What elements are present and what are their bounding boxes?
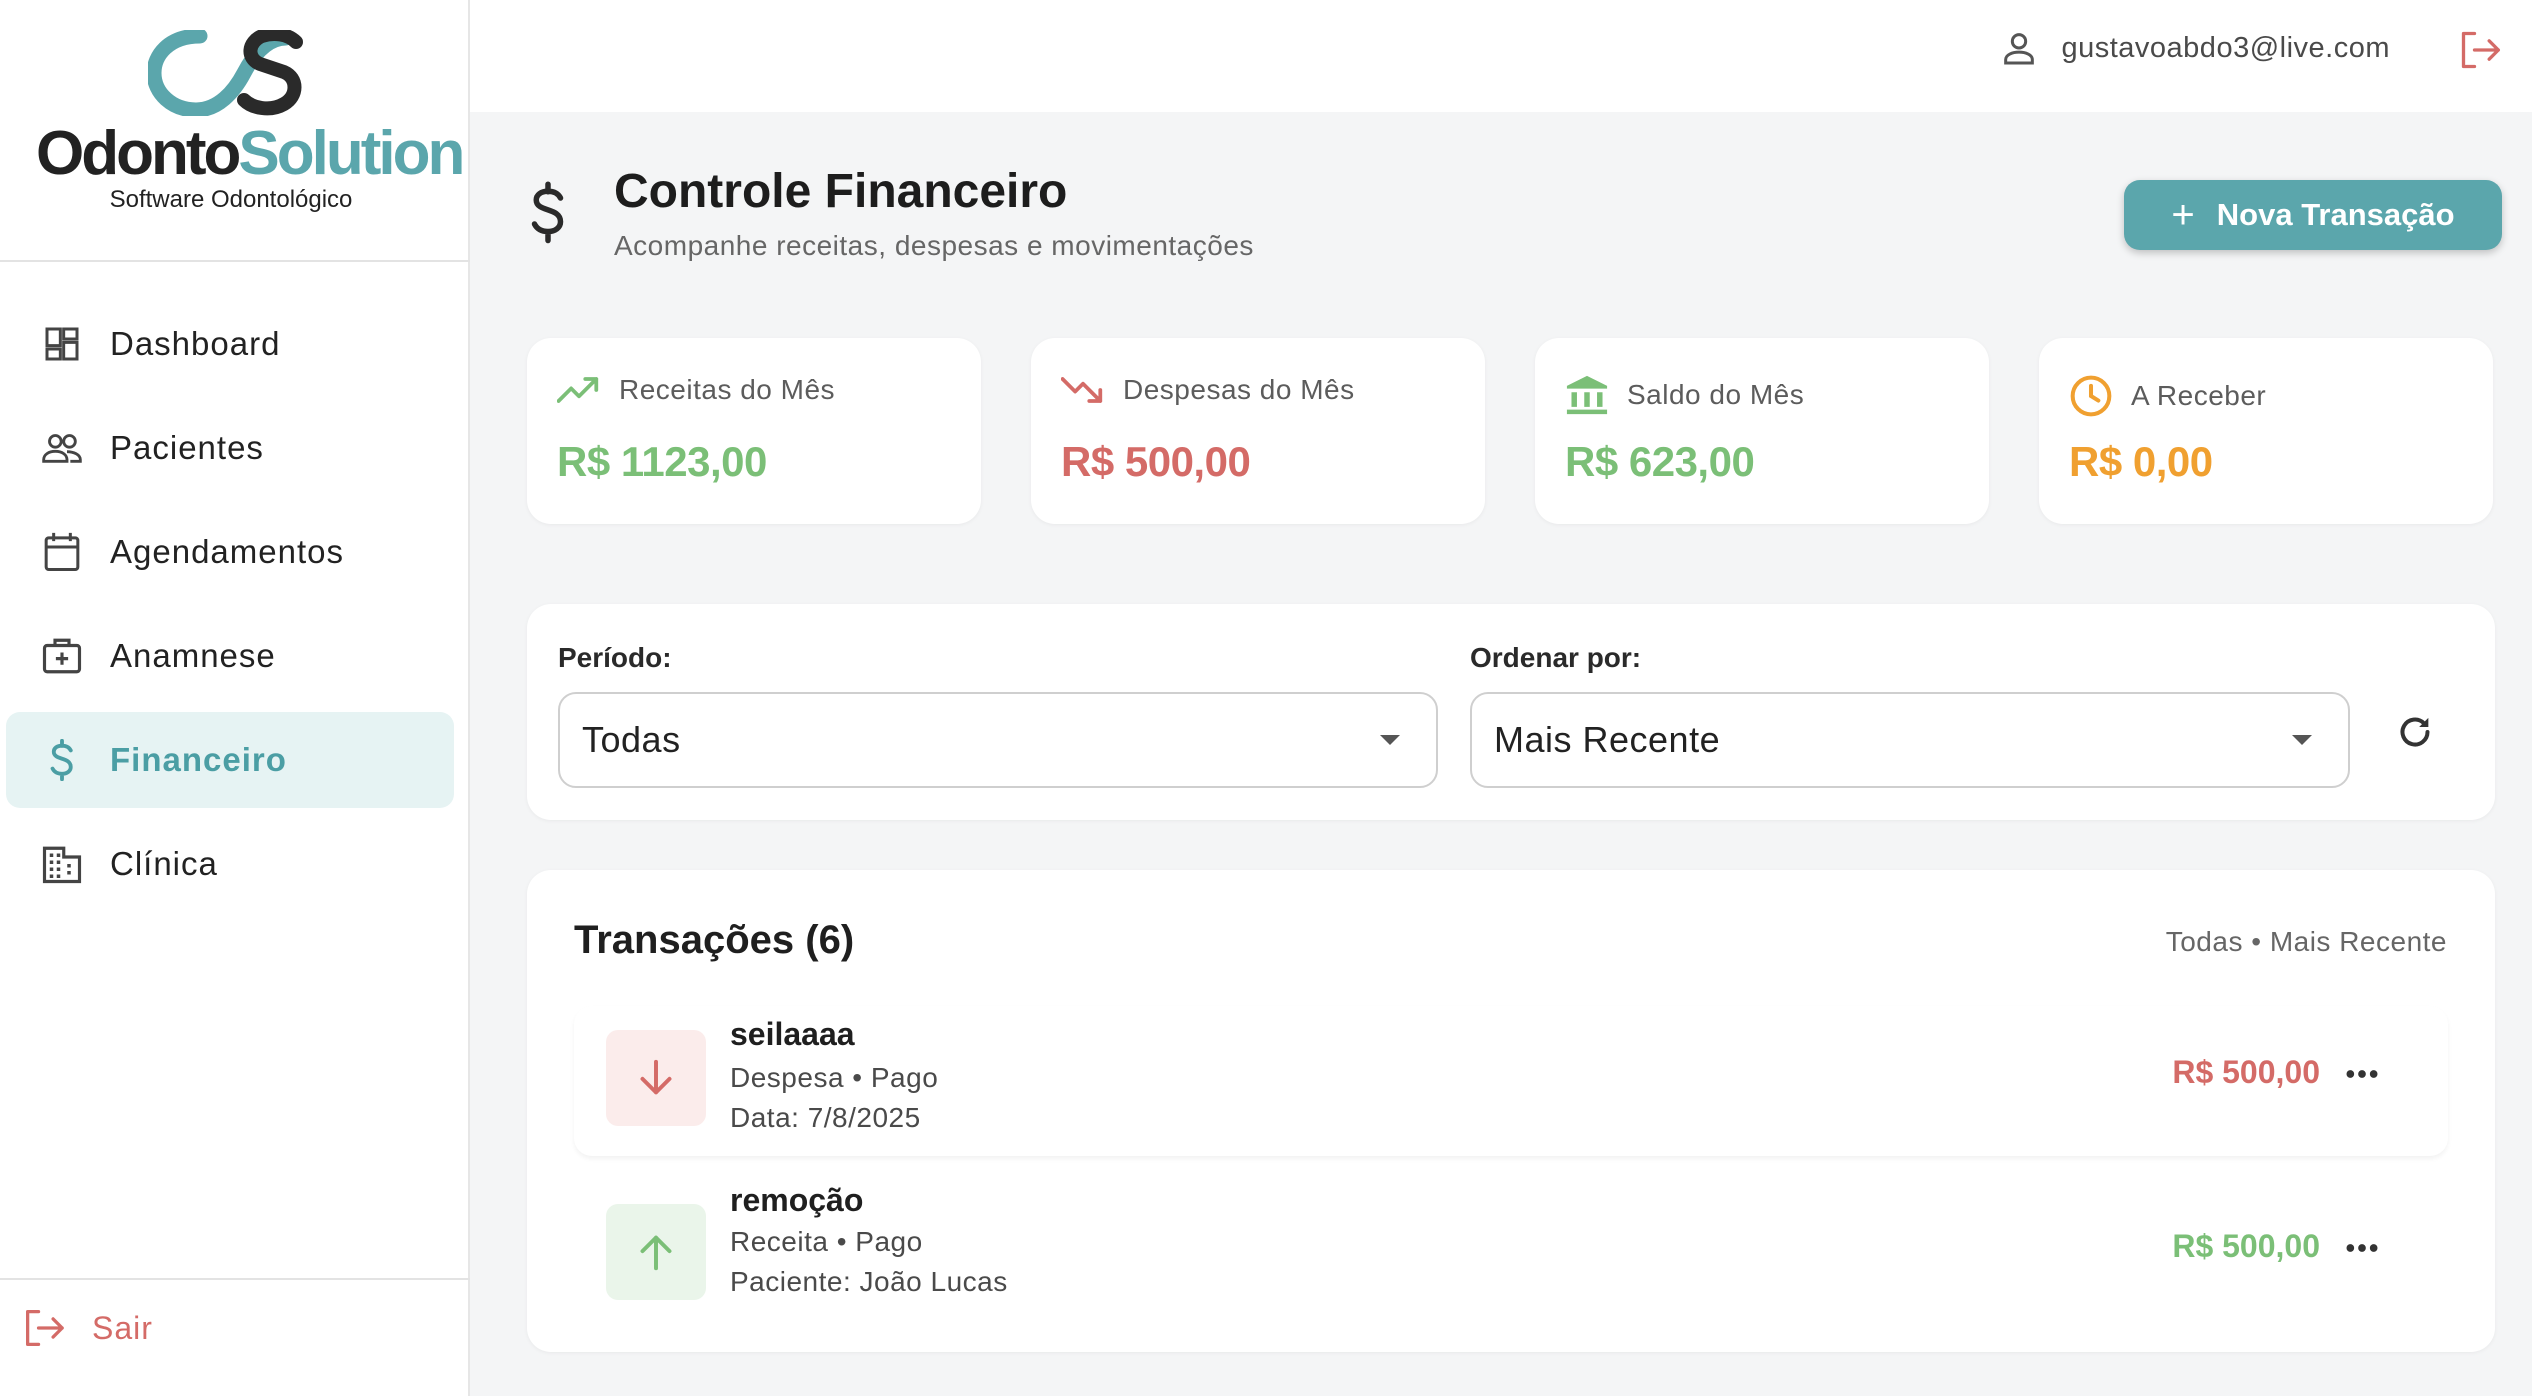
order-select[interactable]: Mais Recente	[1470, 692, 2350, 788]
more-horizontal-icon	[2342, 1054, 2382, 1094]
stat-value: R$ 500,00	[1061, 438, 1251, 485]
order-select-value: Mais Recente	[1494, 719, 1721, 760]
logout-icon	[22, 1308, 66, 1348]
logout-label: Sair	[92, 1309, 153, 1346]
medical-case-icon	[36, 635, 88, 677]
period-select[interactable]: Todas	[558, 692, 1438, 788]
sidebar-item-pacientes[interactable]: Pacientes	[6, 400, 454, 496]
transaction-name: seilaaaa	[730, 1016, 855, 1052]
clock-icon	[2069, 374, 2113, 418]
transaction-amount: R$ 500,00	[2172, 1054, 2320, 1090]
sidebar: OdontoSolution Software Odontológico Das…	[0, 0, 470, 1396]
sidebar-item-label: Clínica	[110, 845, 218, 882]
sidebar-item-clinica[interactable]: Clínica	[6, 816, 454, 912]
period-label: Período:	[558, 642, 672, 673]
stat-card-receitas: Receitas do Mês R$ 1123,00	[527, 338, 981, 524]
transaction-name: remoção	[730, 1182, 864, 1218]
calendar-icon	[36, 530, 88, 574]
transaction-type-badge	[606, 1204, 706, 1300]
arrow-down-icon	[638, 1058, 674, 1098]
logout-top-button[interactable]	[2458, 28, 2502, 72]
stat-label: A Receber	[2131, 380, 2267, 411]
user-menu[interactable]: gustavoabdo3@live.com	[1999, 28, 2390, 68]
sidebar-nav: Dashboard Pacientes Agendamentos Anamnes…	[6, 296, 454, 920]
transaction-detail: Data: 7/8/2025	[730, 1102, 921, 1133]
dashboard-icon	[36, 324, 88, 364]
transaction-type-status: Receita • Pago	[730, 1226, 923, 1257]
sidebar-item-label: Anamnese	[110, 637, 276, 674]
transactions-list[interactable]: seilaaaa Despesa • Pago Data: 7/8/2025 R…	[527, 870, 2495, 1304]
stat-card-despesas: Despesas do Mês R$ 500,00	[1031, 338, 1485, 524]
transaction-row[interactable]: seilaaaa Despesa • Pago Data: 7/8/2025 R…	[574, 1006, 2448, 1156]
stat-value: R$ 0,00	[2069, 438, 2213, 485]
sidebar-item-label: Agendamentos	[110, 533, 344, 570]
sidebar-item-label: Dashboard	[110, 325, 281, 362]
brand-name: OdontoSolution	[36, 118, 465, 189]
stat-value: R$ 623,00	[1565, 438, 1755, 485]
refresh-icon	[2395, 712, 2435, 752]
new-transaction-button[interactable]: + Nova Transação	[2124, 180, 2502, 250]
logo-mark-icon	[148, 30, 303, 116]
page-title: Controle Financeiro	[614, 165, 1068, 218]
sidebar-footer: Sair	[0, 1278, 470, 1396]
transaction-detail: Paciente: João Lucas	[730, 1266, 1008, 1297]
chevron-down-icon	[2292, 735, 2312, 745]
transaction-more-button[interactable]	[2342, 1228, 2382, 1268]
brand-tagline: Software Odontológico	[109, 186, 353, 213]
top-bar: gustavoabdo3@live.com	[470, 0, 2532, 112]
arrow-up-icon	[638, 1232, 674, 1272]
sidebar-item-anamnese[interactable]: Anamnese	[6, 608, 454, 704]
user-icon	[1999, 28, 2039, 68]
stat-label: Receitas do Mês	[619, 374, 836, 405]
plus-icon: +	[2171, 193, 2195, 237]
transaction-more-button[interactable]	[2342, 1054, 2382, 1094]
transaction-amount: R$ 500,00	[2172, 1228, 2320, 1264]
bank-icon	[1565, 374, 1609, 416]
filters-panel: Período: Todas Ordenar por: Mais Recente	[527, 604, 2495, 820]
transactions-panel: Transações (6) Todas • Mais Recente seil…	[527, 870, 2495, 1352]
logout-icon	[2458, 28, 2502, 72]
dollar-icon	[36, 739, 88, 781]
stat-value: R$ 1123,00	[557, 438, 767, 485]
user-email: gustavoabdo3@live.com	[2061, 31, 2390, 64]
stat-label: Saldo do Mês	[1627, 379, 1805, 410]
sidebar-item-label: Financeiro	[110, 741, 287, 778]
page-dollar-icon	[528, 180, 568, 246]
brand-name-part1: Odonto	[36, 119, 241, 188]
building-icon	[36, 844, 88, 884]
order-label: Ordenar por:	[1470, 642, 1642, 673]
stat-label: Despesas do Mês	[1123, 374, 1355, 405]
stat-card-a-receber: A Receber R$ 0,00	[2039, 338, 2493, 524]
logout-button[interactable]: Sair	[22, 1308, 153, 1348]
sidebar-item-dashboard[interactable]: Dashboard	[6, 296, 454, 392]
trending-up-icon	[557, 375, 601, 405]
people-icon	[36, 428, 88, 468]
new-transaction-label: Nova Transação	[2216, 197, 2455, 232]
sidebar-item-agendamentos[interactable]: Agendamentos	[6, 504, 454, 600]
stat-card-saldo: Saldo do Mês R$ 623,00	[1535, 338, 1989, 524]
more-horizontal-icon	[2342, 1228, 2382, 1268]
sidebar-item-label: Pacientes	[110, 429, 264, 466]
sidebar-item-financeiro[interactable]: Financeiro	[6, 712, 454, 808]
trending-down-icon	[1061, 375, 1105, 405]
chevron-down-icon	[1380, 735, 1400, 745]
page-subtitle: Acompanhe receitas, despesas e movimenta…	[614, 230, 1254, 261]
transaction-type-badge	[606, 1030, 706, 1126]
period-select-value: Todas	[582, 719, 681, 760]
transaction-row[interactable]: remoção Receita • Pago Paciente: João Lu…	[574, 1182, 2448, 1304]
brand-logo[interactable]: OdontoSolution Software Odontológico	[0, 0, 470, 262]
refresh-button[interactable]	[2395, 712, 2435, 752]
transaction-type-status: Despesa • Pago	[730, 1062, 939, 1093]
brand-name-part2: Solution	[238, 119, 465, 188]
